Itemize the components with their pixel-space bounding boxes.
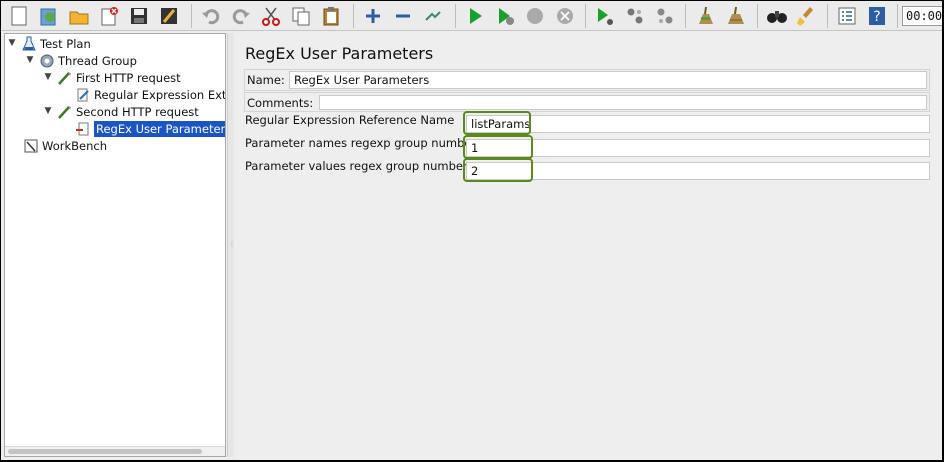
remote-start-icon[interactable] xyxy=(593,4,617,28)
tree-node-regex-extractor[interactable]: Regular Expression Extractor xyxy=(75,86,226,103)
collapse-toggle-icon[interactable]: ▼ xyxy=(43,72,53,82)
copy-icon[interactable] xyxy=(289,4,313,28)
function-helper-icon[interactable] xyxy=(835,4,859,28)
redo-icon[interactable] xyxy=(229,4,253,28)
workbench-icon xyxy=(23,138,39,154)
svg-text:?: ? xyxy=(873,9,880,25)
elapsed-timer: 00:00:00 xyxy=(902,6,942,26)
panel-title: RegEx User Parameters xyxy=(245,44,434,63)
param-values-group-label: Parameter values regex group number xyxy=(245,159,468,173)
start-no-pause-icon[interactable] xyxy=(493,4,517,28)
start-icon[interactable] xyxy=(463,4,487,28)
scrollbar-thumb[interactable] xyxy=(8,449,202,454)
tree-node-workbench[interactable]: WorkBench xyxy=(23,137,107,154)
new-icon[interactable] xyxy=(7,4,31,28)
tree-node-label: Thread Group xyxy=(58,53,137,68)
reference-name-field[interactable]: listParams xyxy=(466,115,930,133)
toolbar: ? 00:00:00 xyxy=(1,1,942,31)
highlight-box xyxy=(463,158,533,182)
comments-field[interactable] xyxy=(319,95,927,110)
clear-all-icon[interactable] xyxy=(723,4,747,28)
help-icon[interactable]: ? xyxy=(865,4,889,28)
param-names-group-field[interactable]: 1 xyxy=(466,139,930,157)
search-icon[interactable] xyxy=(765,4,789,28)
reference-name-label: Regular Expression Reference Name xyxy=(245,113,455,127)
tree-node-label: First HTTP request xyxy=(76,70,181,85)
tree-node-second-http-request[interactable]: Second HTTP request xyxy=(57,103,199,120)
jmeter-window: ? 00:00:00 ▼ Test Plan ▼ Thread Group ▼ xyxy=(1,1,942,460)
cut-icon[interactable] xyxy=(259,4,283,28)
tree-node-first-http-request[interactable]: First HTTP request xyxy=(57,69,181,86)
expand-icon[interactable] xyxy=(361,4,385,28)
name-label: Name: xyxy=(247,73,285,87)
horizontal-scrollbar[interactable] xyxy=(5,446,225,456)
post-processor-icon xyxy=(75,87,91,103)
stop-icon[interactable] xyxy=(523,4,547,28)
highlight-box xyxy=(463,111,531,135)
element-editor-panel: RegEx User Parameters Name: RegEx User P… xyxy=(235,33,942,460)
save-as-icon[interactable] xyxy=(157,4,181,28)
highlight-box xyxy=(463,135,533,159)
save-icon[interactable] xyxy=(127,4,151,28)
collapse-toggle-icon[interactable]: ▼ xyxy=(25,55,35,65)
shutdown-icon[interactable] xyxy=(553,4,577,28)
clear-icon[interactable] xyxy=(693,4,717,28)
tree-node-regex-user-parameters[interactable]: RegEx User Parameters xyxy=(75,120,225,137)
param-names-group-label: Parameter names regexp group number xyxy=(245,136,477,150)
test-plan-tree[interactable]: ▼ Test Plan ▼ Thread Group ▼ First HTTP … xyxy=(4,33,226,457)
pre-processor-icon xyxy=(75,121,91,137)
tree-node-label: Regular Expression Extractor xyxy=(94,87,226,102)
comments-row: Comments: xyxy=(244,92,930,112)
tree-node-label: WorkBench xyxy=(42,138,107,153)
name-row: Name: RegEx User Parameters xyxy=(244,69,930,91)
templates-icon[interactable] xyxy=(37,4,61,28)
thread-group-icon xyxy=(39,53,55,69)
tree-node-label: Test Plan xyxy=(40,36,91,51)
http-sampler-icon xyxy=(57,104,73,120)
pane-splitter[interactable]: ⋮ xyxy=(227,33,235,457)
toggle-icon[interactable] xyxy=(421,4,445,28)
name-field[interactable]: RegEx User Parameters xyxy=(289,71,927,89)
splitter-grip-icon: ⋮ xyxy=(229,241,235,248)
collapse-icon[interactable] xyxy=(391,4,415,28)
tree-node-label: Second HTTP request xyxy=(76,104,199,119)
collapse-toggle-icon[interactable]: ▼ xyxy=(43,106,53,116)
comments-label: Comments: xyxy=(247,96,314,110)
paste-icon[interactable] xyxy=(319,4,343,28)
param-values-group-field[interactable]: 2 xyxy=(466,162,930,180)
test-plan-icon xyxy=(21,36,37,52)
collapse-toggle-icon[interactable]: ▼ xyxy=(7,38,17,48)
close-icon[interactable] xyxy=(97,4,121,28)
undo-icon[interactable] xyxy=(199,4,223,28)
remote-stop-icon[interactable] xyxy=(623,4,647,28)
tree-node-test-plan[interactable]: Test Plan xyxy=(21,35,91,52)
reset-search-icon[interactable] xyxy=(795,4,819,28)
tree-node-thread-group[interactable]: Thread Group xyxy=(39,52,137,69)
open-icon[interactable] xyxy=(67,4,91,28)
http-sampler-icon xyxy=(57,70,73,86)
tree-node-label: RegEx User Parameters xyxy=(94,120,225,137)
remote-shutdown-icon[interactable] xyxy=(653,4,677,28)
